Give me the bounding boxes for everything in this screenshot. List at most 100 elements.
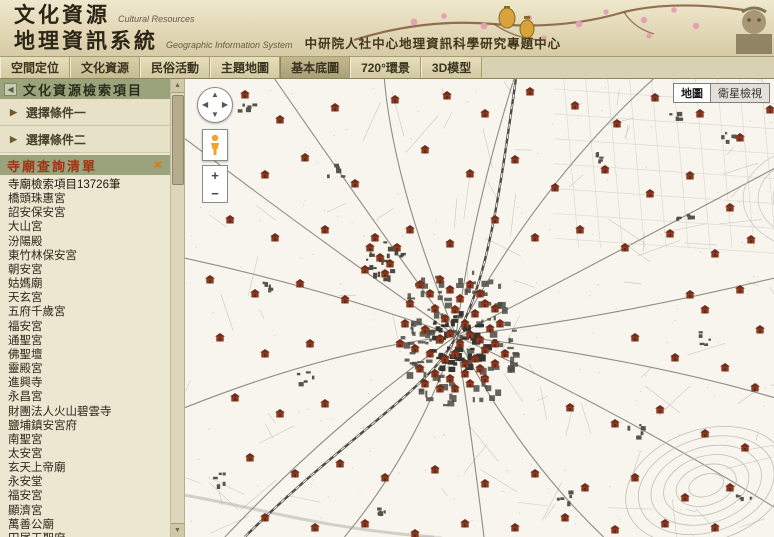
temple-marker[interactable]: [420, 321, 430, 330]
temple-marker[interactable]: [295, 275, 305, 284]
temple-marker[interactable]: [400, 315, 410, 324]
temple-marker[interactable]: [460, 365, 470, 374]
temple-list-item[interactable]: 姑媽廟: [8, 277, 170, 291]
temple-marker[interactable]: [380, 469, 390, 478]
temple-list-item[interactable]: 通聖宮: [8, 334, 170, 348]
temple-marker[interactable]: [415, 276, 425, 285]
temple-marker[interactable]: [415, 360, 425, 369]
temple-marker[interactable]: [270, 229, 280, 238]
temple-marker[interactable]: [250, 285, 260, 294]
temple-marker[interactable]: [450, 301, 460, 310]
temple-marker[interactable]: [495, 315, 505, 324]
temple-marker[interactable]: [225, 211, 235, 220]
temple-list-item[interactable]: 橋頭珠惠宮: [8, 192, 170, 206]
tab-cultural-resources[interactable]: 文化資源: [70, 57, 140, 78]
temple-marker[interactable]: [350, 175, 360, 184]
temple-marker[interactable]: [205, 271, 215, 280]
temple-marker[interactable]: [305, 335, 315, 344]
temple-marker[interactable]: [510, 519, 520, 528]
temple-marker[interactable]: [450, 345, 460, 354]
temple-marker[interactable]: [375, 249, 385, 258]
temple-marker[interactable]: [695, 105, 705, 114]
tab-spatial-positioning[interactable]: 空間定位: [0, 57, 70, 78]
temple-marker[interactable]: [430, 300, 440, 309]
temple-marker[interactable]: [700, 301, 710, 310]
temple-marker[interactable]: [395, 335, 405, 344]
temple-marker[interactable]: [215, 329, 225, 338]
temple-marker[interactable]: [570, 97, 580, 106]
temple-marker[interactable]: [455, 335, 465, 344]
temple-marker[interactable]: [445, 235, 455, 244]
temple-list-item[interactable]: 五府千歲宮: [8, 305, 170, 319]
temple-marker[interactable]: [610, 521, 620, 530]
temple-marker[interactable]: [370, 229, 380, 238]
temple-marker[interactable]: [600, 161, 610, 170]
temple-marker[interactable]: [445, 281, 455, 290]
temple-marker[interactable]: [550, 179, 560, 188]
temple-marker[interactable]: [560, 509, 570, 518]
temple-marker[interactable]: [465, 276, 475, 285]
temple-marker[interactable]: [360, 515, 370, 524]
temple-marker[interactable]: [460, 355, 470, 364]
scrollbar-thumb[interactable]: [172, 95, 184, 185]
temple-marker[interactable]: [665, 225, 675, 234]
temple-marker[interactable]: [700, 425, 710, 434]
temple-marker[interactable]: [500, 345, 510, 354]
temple-list-item[interactable]: 福安宮: [8, 320, 170, 334]
temple-marker[interactable]: [465, 375, 475, 384]
zoom-in-button[interactable]: +: [202, 165, 228, 185]
tab-3d-models[interactable]: 3D模型: [421, 57, 482, 78]
temple-marker[interactable]: [405, 221, 415, 230]
temple-marker[interactable]: [430, 461, 440, 470]
temple-marker[interactable]: [450, 380, 460, 389]
temple-marker[interactable]: [645, 185, 655, 194]
temple-list-item[interactable]: 鹽埔鎮安宮府: [8, 419, 170, 433]
temple-marker[interactable]: [490, 355, 500, 364]
zoom-out-button[interactable]: −: [202, 184, 228, 203]
temple-marker[interactable]: [275, 111, 285, 120]
temple-marker[interactable]: [480, 475, 490, 484]
temple-marker[interactable]: [475, 285, 485, 294]
temple-marker[interactable]: [445, 325, 455, 334]
temple-list-item[interactable]: 東竹林保安宮: [8, 249, 170, 263]
temple-marker[interactable]: [510, 151, 520, 160]
temple-marker[interactable]: [710, 519, 720, 528]
temple-marker[interactable]: [245, 449, 255, 458]
temple-marker[interactable]: [470, 350, 480, 359]
scroll-down-icon[interactable]: ▼: [171, 523, 184, 537]
temple-marker[interactable]: [630, 469, 640, 478]
temple-marker[interactable]: [580, 479, 590, 488]
temple-marker[interactable]: [260, 509, 270, 518]
temple-marker[interactable]: [435, 380, 445, 389]
temple-list-item[interactable]: 佛聖壇: [8, 348, 170, 362]
temple-marker[interactable]: [300, 149, 310, 158]
temple-marker[interactable]: [465, 326, 475, 335]
temple-marker[interactable]: [425, 345, 435, 354]
temple-marker[interactable]: [425, 285, 435, 294]
temple-marker[interactable]: [735, 129, 745, 138]
temple-marker[interactable]: [455, 290, 465, 299]
temple-list-item[interactable]: 汾陽殿: [8, 235, 170, 249]
pegman-button[interactable]: [202, 129, 228, 161]
temple-marker[interactable]: [670, 349, 680, 358]
temple-list-item[interactable]: 永昌宮: [8, 390, 170, 404]
scroll-up-icon[interactable]: ▲: [171, 79, 184, 93]
temple-marker[interactable]: [475, 360, 485, 369]
map-canvas[interactable]: ▲ ▼ ◀ ▶ + − 地圖 衛星檢視: [185, 79, 774, 537]
temple-marker[interactable]: [440, 350, 450, 359]
temple-marker[interactable]: [275, 405, 285, 414]
temple-list-item[interactable]: 顯濟宮: [8, 504, 170, 518]
temple-marker[interactable]: [260, 345, 270, 354]
temple-marker[interactable]: [435, 271, 445, 280]
temple-list-item[interactable]: 大山宮: [8, 220, 170, 234]
sidebar-scrollbar[interactable]: ▲ ▼: [170, 79, 185, 537]
temple-marker[interactable]: [755, 321, 765, 330]
temple-marker[interactable]: [485, 320, 495, 329]
temple-marker[interactable]: [735, 281, 745, 290]
temple-marker[interactable]: [440, 310, 450, 319]
temple-marker[interactable]: [480, 341, 490, 350]
temple-marker[interactable]: [460, 315, 470, 324]
temple-list-item[interactable]: 朝安宮: [8, 263, 170, 277]
tab-thematic-maps[interactable]: 主題地圖: [210, 57, 280, 78]
temple-marker[interactable]: [685, 167, 695, 176]
